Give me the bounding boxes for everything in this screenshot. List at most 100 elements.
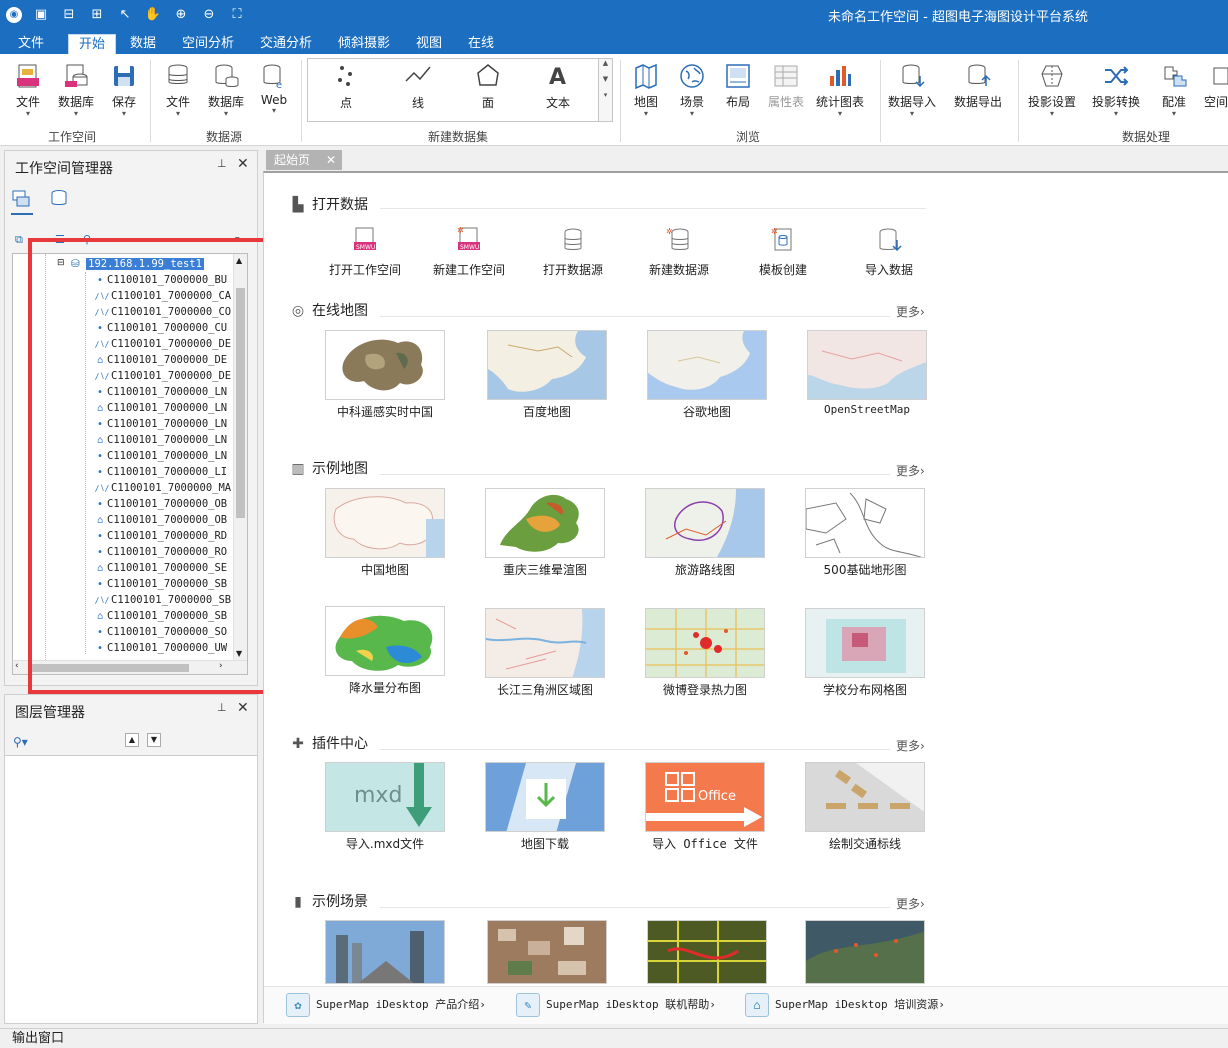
map-thumb-weibo-heat[interactable]: 微博登录热力图 [645,608,765,698]
datasource-tab[interactable] [49,189,71,211]
new-text-dataset-button[interactable]: A 文本 [528,63,588,111]
tab-view[interactable]: 视图 [406,34,452,54]
map-thumb-school-grid[interactable]: 学校分布网格图 [805,608,925,698]
close-icon[interactable]: ✕ [237,700,249,716]
new-region-dataset-button[interactable]: 面 [458,63,518,111]
new-workspace-icon: SMWU ✲ [457,226,480,251]
start-page-tab[interactable]: 起始页 ✕ [266,150,342,170]
group-label-workspace: 工作空间 [48,130,97,144]
projection-settings-icon [1041,65,1063,87]
scene-thumb-pipeline[interactable] [647,920,767,984]
browse-map-button[interactable]: 地图 ▾ [622,60,670,130]
scene-thumb-aerial[interactable] [487,920,607,984]
import-data-item[interactable]: 导入数据 [844,226,934,278]
new-point-dataset-button[interactable]: 点 [316,63,376,111]
zoom-out-icon[interactable]: ⊖ [200,6,218,24]
close-icon[interactable]: ✕ [237,156,249,172]
workspace-file-button[interactable]: 文件 ▾ [4,60,52,130]
output-window-label[interactable]: 输出窗口 [12,1031,64,1046]
undo-icon[interactable]: ⊟ [60,6,78,24]
map-thumb-yangtze-delta[interactable]: 长江三角洲区域图 [485,608,605,698]
projection-transform-button[interactable]: 投影转换 ▾ [1092,60,1140,130]
projection-settings-button[interactable]: 投影设置 ▾ [1028,60,1076,130]
point-dataset-icon [338,66,352,86]
tab-spatial-analysis[interactable]: 空间分析 [172,34,244,54]
datasource-web-button[interactable]: e Web ▾ [250,60,298,130]
plugin-import-office[interactable]: Office 导入 Office 文件 [645,762,765,852]
layer-search-icon[interactable]: ⚲▾ [13,735,28,749]
move-down-icon[interactable]: ▼ [147,733,161,747]
map-icon [635,63,657,90]
browse-attribute-table-button[interactable]: 属性表 [762,60,810,130]
tab-oblique-photography[interactable]: 倾斜摄影 [328,34,400,54]
tab-data[interactable]: 数据 [120,34,166,54]
map-thumb-google[interactable]: 谷歌地图 [647,330,767,420]
save-icon[interactable]: ▣ [32,6,50,24]
workspace-database-button[interactable]: 数据库 ▾ [52,60,100,130]
workspace-save-button[interactable]: 保存 ▾ [100,60,148,130]
browse-layout-button[interactable]: 布局 [714,60,762,130]
new-datasource-item[interactable]: ✲ 新建数据源 [634,226,724,278]
sample-scenes-more-link[interactable]: 更多› [896,895,925,912]
plugins-more-link[interactable]: 更多› [896,737,925,754]
plugin-import-mxd[interactable]: mxd 导入.mxd文件 [325,762,445,852]
new-workspace-item[interactable]: SMWU ✲ 新建工作空间 [424,226,514,278]
datasource-web-icon: e [263,64,282,90]
training-resources-icon: ⌂ [745,993,769,1017]
tab-file[interactable]: 文件 [8,34,54,54]
gallery-scroll[interactable]: ▲ ▼ ▾ [598,59,612,121]
plugin-traffic-marking[interactable]: 绘制交通标线 [805,762,925,852]
datasource-file-button[interactable]: 文件 ▾ [154,60,202,130]
data-export-button[interactable]: 数据导出 [954,60,1002,130]
map-thumb-openstreetmap[interactable]: OpenStreetMap [807,330,927,416]
scene-thumb-terrain[interactable] [805,920,925,984]
new-line-dataset-button[interactable]: 线 [388,63,448,111]
pin-icon[interactable]: ⊥ [217,157,227,170]
open-datasource-item[interactable]: 打开数据源 [528,226,618,278]
training-resources-link[interactable]: ⌂ SuperMap iDesktop 培训资源› [745,993,945,1017]
map-thumb-basic-topo[interactable]: 500基础地形图 [805,488,925,578]
plugin-thumbnail [805,762,925,832]
spatial-button[interactable]: 空间 [1204,60,1228,130]
browse-scene-button[interactable]: 场景 ▾ [668,60,716,130]
scene-thumb-city[interactable] [325,920,445,984]
map-thumb-precipitation[interactable]: 降水量分布图 [325,606,445,696]
pan-hand-icon[interactable]: ✋ [144,6,162,24]
globe-icon [680,64,704,88]
online-maps-more-link[interactable]: 更多› [896,303,925,320]
map-thumb-tour-route[interactable]: 旅游路线图 [645,488,765,578]
scroll-left-icon[interactable]: ‹ [15,661,19,671]
datasource-database-button[interactable]: 数据库 ▾ [202,60,250,130]
full-extent-icon[interactable]: ⛶ [228,6,246,24]
online-help-link[interactable]: ✎ SuperMap iDesktop 联机帮助› [516,993,716,1017]
pin-icon[interactable]: ⊥ [217,701,227,714]
sample-maps-more-link[interactable]: 更多› [896,462,925,479]
product-intro-icon: ✿ [286,993,310,1017]
close-tab-icon[interactable]: ✕ [326,150,336,170]
map-thumb-china[interactable]: 中国地图 [325,488,445,578]
map-thumb-chongqing[interactable]: 重庆三维晕渲图 [485,488,605,578]
open-workspace-item[interactable]: SMWU 打开工作空间 [320,226,410,278]
plugin-map-download[interactable]: 地图下载 [485,762,605,852]
workspace-file-icon [17,64,39,88]
select-arrow-icon[interactable]: ↖ [116,6,134,24]
tab-traffic-analysis[interactable]: 交通分析 [250,34,322,54]
template-create-item[interactable]: ✲ 模板创建 [738,226,828,278]
browse-statistic-chart-button[interactable]: 统计图表 ▾ [816,60,864,130]
workspace-tree-tab[interactable] [11,189,33,215]
data-import-button[interactable]: 数据导入 ▾ [888,60,936,130]
move-up-icon[interactable]: ▲ [125,733,139,747]
online-help-icon: ✎ [516,993,540,1017]
registration-button[interactable]: 配准 ▾ [1150,60,1198,130]
layer-list [5,755,257,1023]
map-thumb-realtime-china[interactable]: 中科遥感实时中国 [325,330,445,420]
map-thumbnail [645,608,765,678]
redo-icon[interactable]: ⊞ [88,6,106,24]
new-dataset-gallery: 点 线 面 A 文本 ▲ ▼ ▾ [307,58,613,122]
product-intro-link[interactable]: ✿ SuperMap iDesktop 产品介绍› [286,993,486,1017]
tab-start[interactable]: 开始 [68,34,117,54]
ribbon-separator [880,60,881,142]
tab-online[interactable]: 在线 [458,34,504,54]
zoom-in-icon[interactable]: ⊕ [172,6,190,24]
map-thumb-baidu[interactable]: 百度地图 [487,330,607,420]
